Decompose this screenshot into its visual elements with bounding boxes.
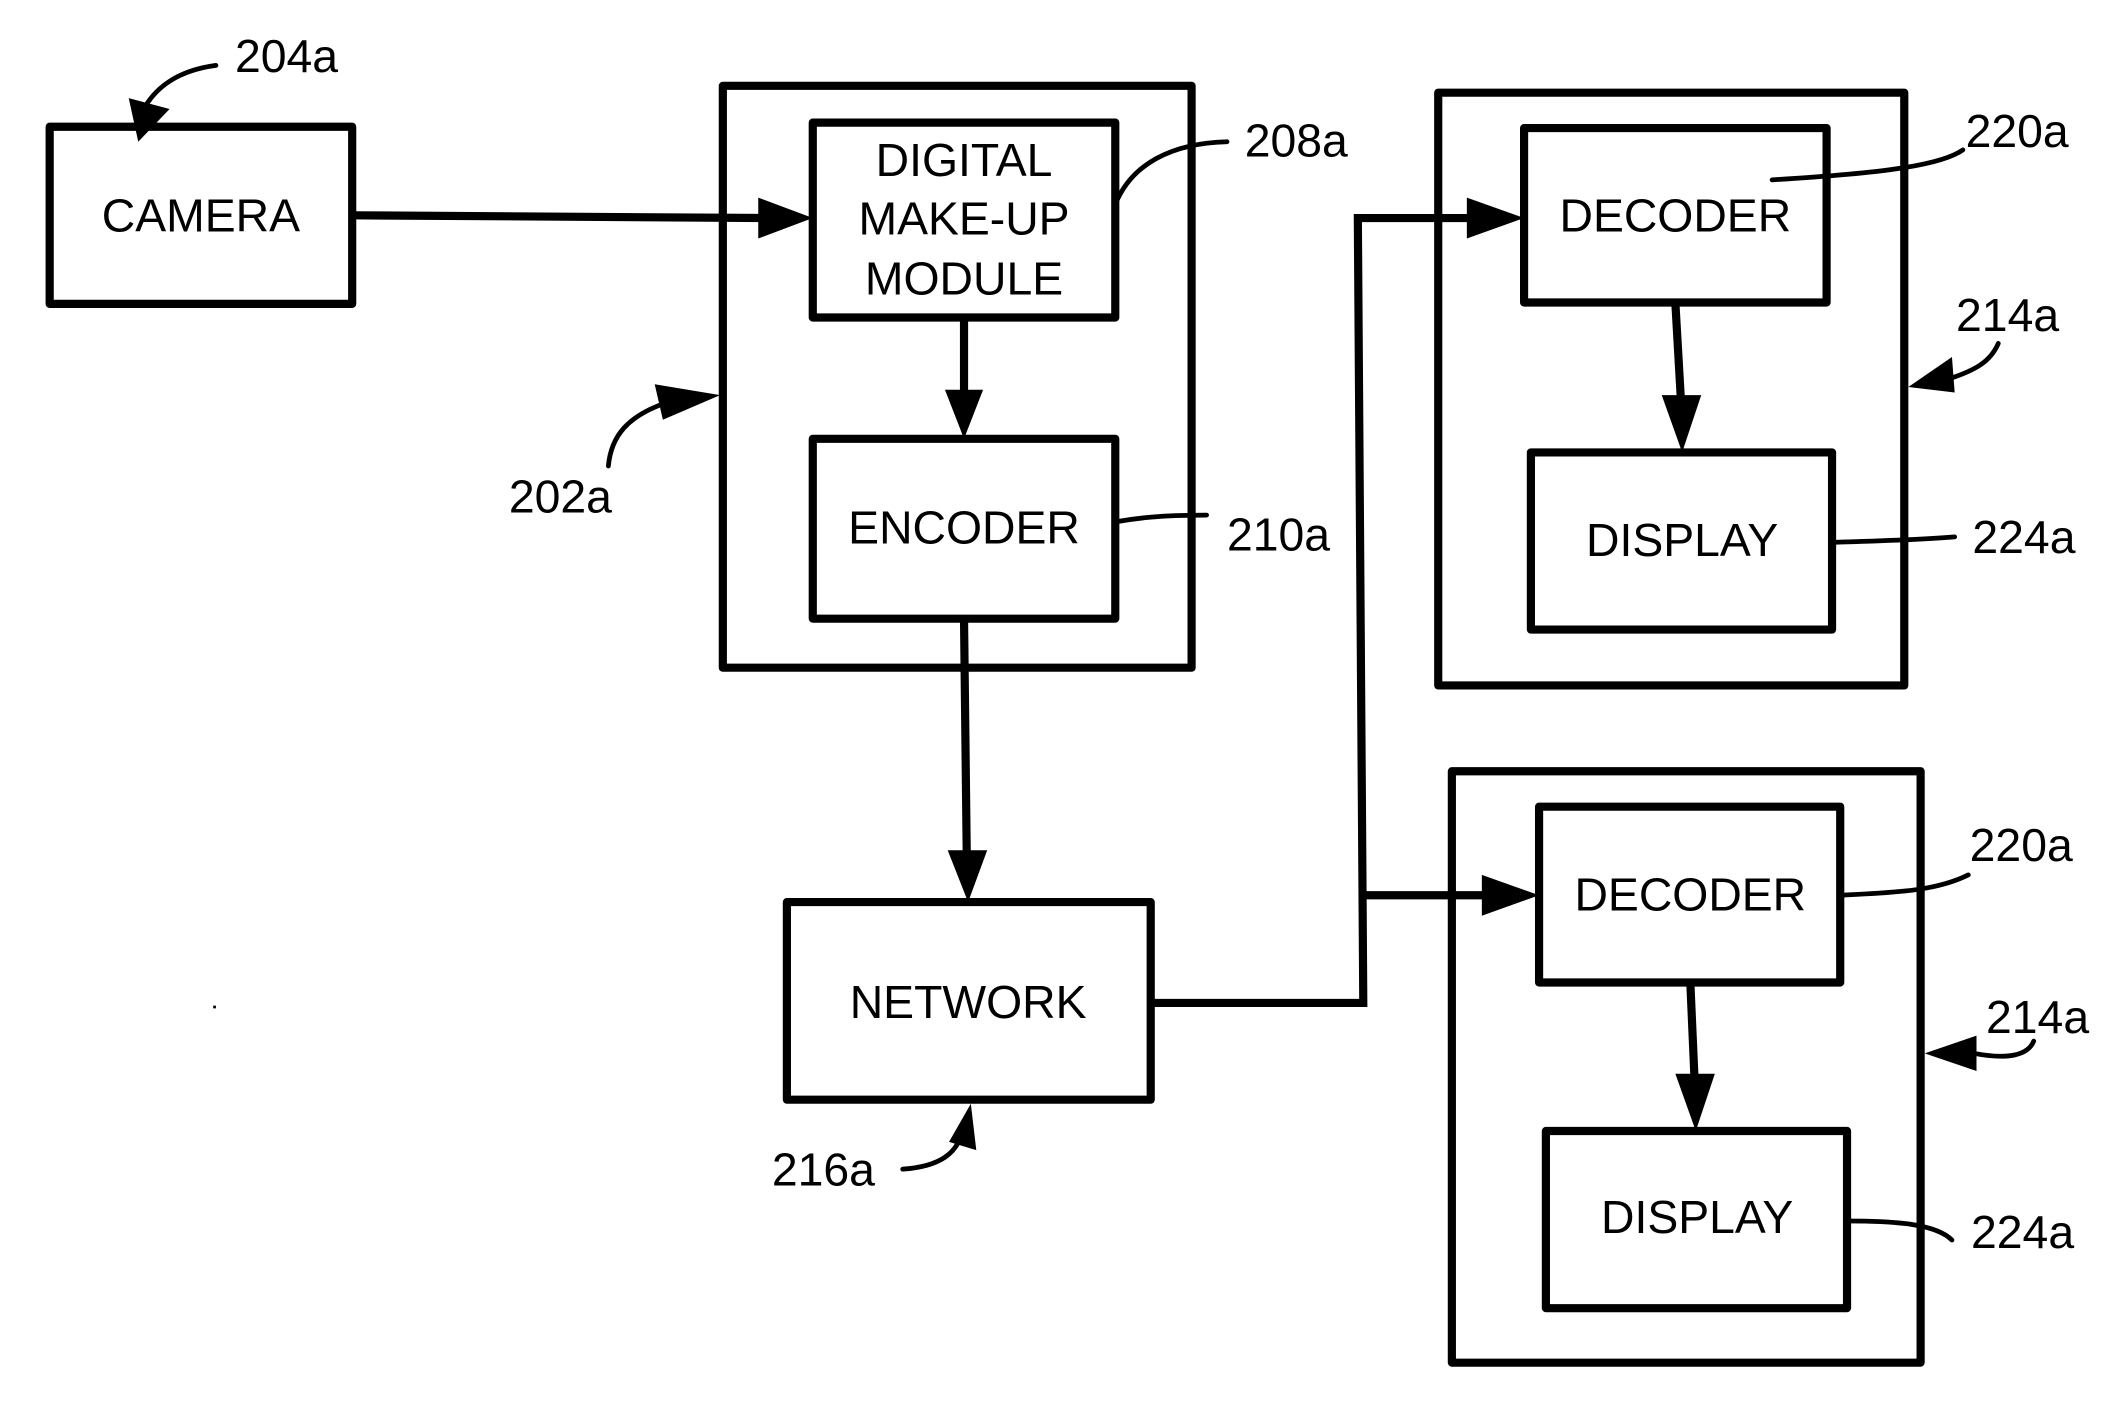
ref-network: 216a (772, 1144, 875, 1196)
ref-receiver-1-arrowhead (1908, 357, 1955, 393)
decoder-1-to-display-1-line (1671, 302, 1685, 399)
makeup-module-label-line3: MODULE (865, 252, 1063, 304)
makeup-module-label-line2: MAKE-UP (858, 192, 1069, 244)
makeup-module-label-line1: DIGITAL (876, 134, 1053, 186)
ref-receiver-2: 214a (1986, 991, 2089, 1043)
ref-network-arrowhead (949, 1103, 977, 1151)
ref-encoder: 210a (1227, 509, 1330, 561)
ref-decoder-1: 220a (1966, 105, 2069, 157)
ref-makeup-module: 208a (1245, 115, 1348, 167)
camera-to-makeup-line (352, 211, 764, 223)
ref-sender-device-arrowhead (654, 384, 721, 420)
ref-display-1: 224a (1972, 511, 2075, 563)
display-2-label: DISPLAY (1601, 1191, 1793, 1243)
ref-decoder-2: 220a (1970, 819, 2073, 871)
network-label: NETWORK (850, 976, 1087, 1028)
ref-receiver-2-leader (1971, 1038, 2037, 1059)
display-1-label: DISPLAY (1586, 514, 1778, 566)
encoder-label: ENCODER (848, 502, 1080, 554)
ref-receiver-1: 214a (1956, 289, 2059, 341)
encoder-to-network-line (959, 618, 971, 856)
decoder-1-label: DECODER (1560, 190, 1792, 242)
camera-label: CAMERA (102, 190, 300, 242)
encoder-to-network-arrowhead (947, 850, 988, 903)
ref-display-2: 224a (1971, 1206, 2074, 1258)
ref-sender-device-leader (605, 399, 671, 469)
network-to-decoders-line (1150, 213, 1473, 1008)
decoder-2-to-display-2-line (1686, 982, 1699, 1077)
scan-speck (213, 1005, 216, 1009)
ref-camera: 204a (235, 30, 338, 82)
block-diagram: CAMERA DIGITAL MAKE-UP MODULE ENCODER NE… (45, 30, 2089, 1367)
ref-sender-device: 202a (509, 470, 612, 522)
decoder-2-label: DECODER (1574, 868, 1806, 920)
ref-receiver-2-arrowhead (1924, 1035, 1977, 1072)
ref-receiver-1-leader (1946, 341, 2001, 382)
